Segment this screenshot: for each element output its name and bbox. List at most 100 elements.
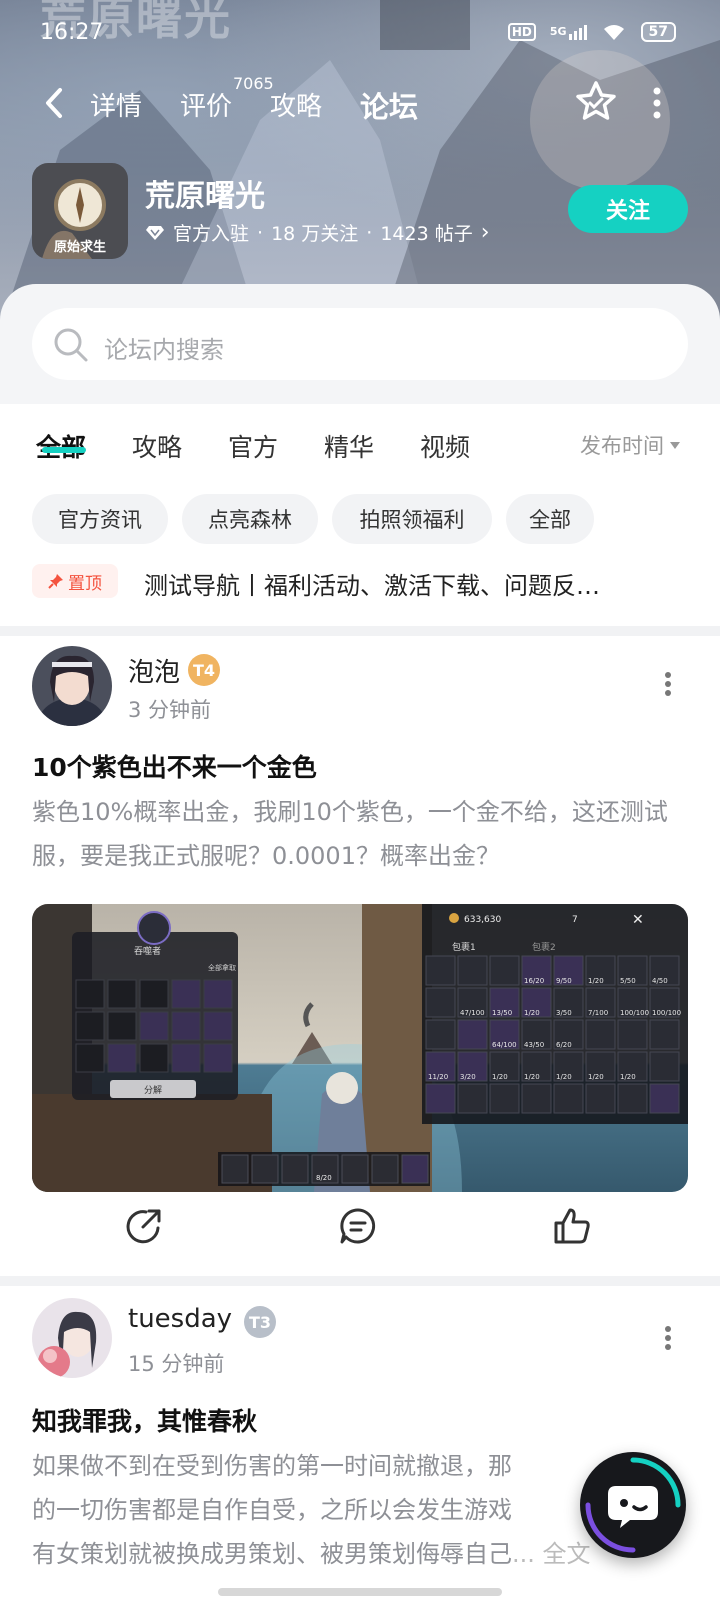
- inventory-count: 1/20: [492, 1073, 508, 1081]
- chat-fab-button[interactable]: [580, 1452, 686, 1558]
- inventory-slot: [457, 1083, 488, 1114]
- chip-official-news[interactable]: 官方资讯: [32, 494, 168, 544]
- currency-value: 633,630: [464, 915, 501, 925]
- inventory-count: 1/20: [588, 1073, 604, 1081]
- inventory-count: 11/20: [428, 1073, 448, 1081]
- inventory-slot: [425, 987, 456, 1018]
- caret-down-icon: [670, 441, 680, 449]
- game-info: 原始求生 荒原曙光 官方入驻 · 18 万关注 · 1423 帖子 › 关注: [32, 163, 692, 259]
- inventory-count: 16/20: [524, 977, 544, 985]
- inventory-count: 47/100: [460, 1009, 485, 1017]
- inventory-slot: [649, 1019, 680, 1050]
- filter-tab-video[interactable]: 视频: [420, 428, 470, 464]
- home-indicator: [218, 1588, 502, 1596]
- read-more-link[interactable]: ... 全文: [512, 1540, 591, 1568]
- user-level-badge: T4: [188, 654, 220, 686]
- game-screenshot: 吞噬者 全部拿取 分解 633,630 7 ✕ 包裹1 包裹2 16/20 9/5…: [32, 904, 688, 1192]
- avatar[interactable]: [32, 646, 112, 726]
- comment-icon[interactable]: [338, 1206, 378, 1246]
- filter-tab-featured[interactable]: 精华: [324, 428, 374, 464]
- like-icon[interactable]: [552, 1206, 592, 1246]
- game-stats[interactable]: 官方入驻 · 18 万关注 · 1423 帖子 ›: [145, 219, 490, 246]
- inventory-slot: [649, 1051, 680, 1082]
- filter-tab-official[interactable]: 官方: [228, 428, 278, 464]
- inventory-count: 1/20: [620, 1073, 636, 1081]
- inventory-count: 3/50: [556, 1009, 572, 1017]
- filter-tab-guides[interactable]: 攻略: [132, 428, 182, 464]
- inventory-slot: [649, 1083, 680, 1114]
- pin-icon: [48, 574, 63, 589]
- post-more-icon[interactable]: [664, 672, 672, 696]
- chat-fab-icon: [585, 1457, 681, 1553]
- inventory-count: 64/100: [492, 1041, 517, 1049]
- signal-icon: 5G: [549, 24, 587, 40]
- network-label: 5G: [549, 24, 567, 38]
- game-banner: 荒原曙光 16:27 HD 5G 57 详情 评价 7065 攻略 论坛 原始求…: [0, 0, 720, 330]
- inventory-count: 1/20: [556, 1073, 572, 1081]
- tab-reviews[interactable]: 评价: [180, 86, 232, 123]
- inventory-slot: [553, 1083, 584, 1114]
- inventory-slot: [585, 1019, 616, 1050]
- tab-details[interactable]: 详情: [90, 86, 142, 123]
- more-vertical-icon[interactable]: [652, 86, 662, 120]
- inventory-count: 7/100: [588, 1009, 608, 1017]
- inventory-count: 6/20: [556, 1041, 572, 1049]
- inventory-slot: [521, 1083, 552, 1114]
- filter-tab-all[interactable]: 全部: [36, 428, 86, 464]
- game-title: 荒原曙光: [145, 179, 265, 214]
- game-icon-label: 原始求生: [53, 240, 106, 255]
- bag-tab-1: 包裹1: [452, 941, 476, 953]
- game-app-icon[interactable]: 原始求生: [32, 163, 128, 259]
- user-level-badge: T3: [244, 1306, 276, 1338]
- pinned-post[interactable]: 置顶 测试导航丨福利活动、激活下载、问题反…: [32, 560, 692, 604]
- chevron-right-icon: ›: [480, 220, 490, 245]
- chip-all[interactable]: 全部: [506, 494, 594, 544]
- search-input[interactable]: 论坛内搜索: [32, 308, 688, 380]
- top-navigation: 详情 评价 7065 攻略 论坛: [0, 74, 720, 128]
- inventory-slot: [457, 1019, 488, 1050]
- tab-guides[interactable]: 攻略: [270, 86, 322, 123]
- inventory-slot: [489, 955, 520, 986]
- inventory-count: 13/50: [492, 1009, 512, 1017]
- section-divider: [0, 1276, 720, 1286]
- item-count: 7: [572, 915, 578, 925]
- post-time: 3 分钟前: [128, 698, 212, 722]
- post-card[interactable]: 泡泡 T4 3 分钟前 10个紫色出不来一个金色 紫色10%概率出金，我刷10个…: [0, 636, 720, 1276]
- tab-forum[interactable]: 论坛: [360, 84, 418, 126]
- official-label: 官方入驻: [173, 223, 250, 245]
- post-more-icon[interactable]: [664, 1326, 672, 1350]
- post-image[interactable]: 吞噬者 全部拿取 分解 633,630 7 ✕ 包裹1 包裹2 16/20 9/5…: [32, 904, 688, 1192]
- favorite-star-icon[interactable]: [574, 80, 618, 124]
- share-icon[interactable]: [124, 1206, 164, 1246]
- sort-label: 发布时间: [580, 434, 664, 458]
- chip-photo-rewards[interactable]: 拍照领福利: [332, 494, 492, 544]
- inventory-count: 43/50: [524, 1041, 544, 1049]
- inventory-slot: [489, 1083, 520, 1114]
- status-time: 16:27: [40, 20, 104, 45]
- inventory-count: 1/20: [524, 1009, 540, 1017]
- post-username[interactable]: tuesday: [128, 1304, 232, 1334]
- sort-dropdown[interactable]: 发布时间: [580, 430, 680, 460]
- wifi-icon: [603, 25, 624, 40]
- status-bar: 16:27 HD 5G 57: [0, 14, 720, 54]
- inventory-count: 1/20: [524, 1073, 540, 1081]
- inventory-count: 5/50: [620, 977, 636, 985]
- hotbar-count: 8/20: [316, 1174, 332, 1182]
- follow-button[interactable]: 关注: [568, 185, 688, 233]
- inventory-slot: [457, 955, 488, 986]
- post-time: 15 分钟前: [128, 1352, 225, 1376]
- diamond-icon: [146, 225, 164, 240]
- battery-icon: 57: [640, 22, 676, 42]
- posts-count: 1423 帖子: [380, 223, 473, 245]
- post-title: 知我罪我，其惟春秋: [32, 1407, 258, 1436]
- filter-tab-indicator: [42, 447, 86, 453]
- inventory-count: 100/100: [652, 1009, 681, 1017]
- chip-light-forest[interactable]: 点亮森林: [182, 494, 318, 544]
- avatar[interactable]: [32, 1298, 112, 1378]
- panel-tab: 全部拿取: [208, 963, 236, 972]
- decompose-button: 分解: [144, 1084, 162, 1096]
- search-icon: [54, 328, 88, 362]
- back-arrow-icon[interactable]: [40, 86, 68, 120]
- post-username[interactable]: 泡泡: [128, 652, 180, 689]
- bag-tab-2: 包裹2: [532, 941, 556, 953]
